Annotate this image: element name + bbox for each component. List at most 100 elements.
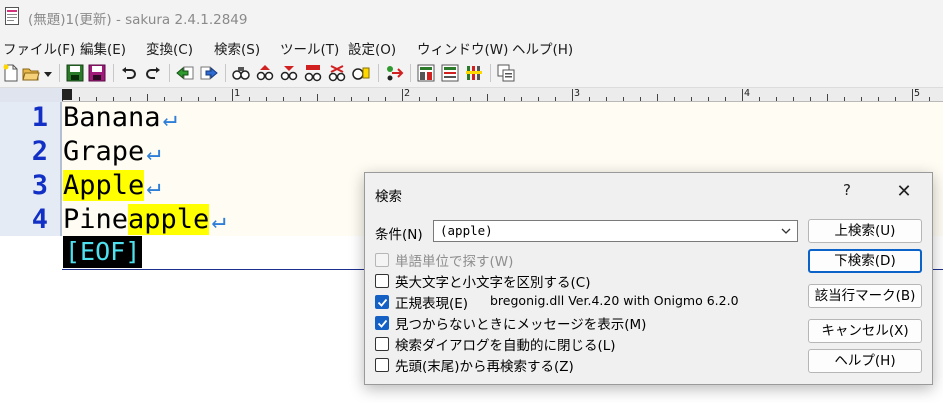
jump-back-icon[interactable] xyxy=(176,64,194,82)
toolbar-separator xyxy=(59,64,60,82)
search-dialog: 検索 ? ✕ 条件(N) (apple) 単語単位で探す(W) 英大文字と小文字… xyxy=(364,172,933,385)
wrap-search-label[interactable]: 先頭(末尾)から再検索する(Z) xyxy=(395,355,574,375)
toolbar-separator xyxy=(169,64,170,82)
save-all-icon[interactable] xyxy=(88,64,106,82)
checkmark-icon xyxy=(377,319,388,328)
settings-icon[interactable] xyxy=(465,64,483,82)
editor-line[interactable]: Pineapple↵ xyxy=(63,203,226,237)
window-list-icon[interactable] xyxy=(497,64,515,82)
menu-edit[interactable]: 編集(E) xyxy=(80,38,126,58)
ruler-number: 1 xyxy=(234,88,241,99)
line-number: 3 xyxy=(31,170,48,201)
clear-highlight-icon[interactable] xyxy=(328,64,346,82)
option-auto-close[interactable]: 検索ダイアログを自動的に閉じる(L) xyxy=(375,334,616,354)
ruler-gutter xyxy=(0,88,62,102)
dialog-title: 検索 xyxy=(375,189,402,205)
line-number: 4 xyxy=(31,204,48,235)
find-prev-icon[interactable] xyxy=(256,64,274,82)
line-text: Banana xyxy=(63,102,161,133)
dropdown-icon[interactable] xyxy=(42,64,54,82)
wrap-search-checkbox[interactable] xyxy=(375,358,389,372)
search-match-highlight: Apple xyxy=(63,170,145,201)
ruler-ticks xyxy=(62,89,930,101)
ruler[interactable]: 1 2 3 4 5 xyxy=(62,88,943,102)
search-up-button[interactable]: 上検索(U) xyxy=(808,219,922,243)
chevron-down-icon[interactable] xyxy=(780,225,792,237)
toolbar-separator xyxy=(225,64,226,82)
ruler-number: 3 xyxy=(574,88,581,99)
option-regex[interactable]: 正規表現(E) xyxy=(375,292,468,312)
window-title: (無題)1(更新) - sakura 2.4.1.2849 xyxy=(28,12,248,28)
whole-word-label: 単語単位で探す(W) xyxy=(395,254,514,270)
option-show-not-found-message[interactable]: 見つからないときにメッセージを表示(M) xyxy=(375,313,646,333)
auto-close-label[interactable]: 検索ダイアログを自動的に閉じる(L) xyxy=(395,334,616,354)
search-down-button[interactable]: 下検索(D) xyxy=(808,249,922,273)
line-number: 1 xyxy=(31,102,48,133)
line-end-icon: ↵ xyxy=(162,104,177,132)
menu-search[interactable]: 検索(S) xyxy=(214,38,260,58)
search-condition-value[interactable]: (apple) xyxy=(440,223,493,238)
title-bar: (無題)1(更新) - sakura 2.4.1.2849 xyxy=(0,0,943,34)
match-case-label[interactable]: 英大文字と小文字を区別する(C) xyxy=(395,271,590,291)
not-found-message-checkbox[interactable] xyxy=(375,316,389,330)
condition-label: 条件(N) xyxy=(375,227,423,243)
outline-icon[interactable] xyxy=(417,64,435,82)
checkmark-icon xyxy=(377,298,388,307)
editor-line[interactable]: Apple↵ xyxy=(63,169,161,203)
option-match-case[interactable]: 英大文字と小文字を区別する(C) xyxy=(375,271,590,291)
close-icon[interactable]: ✕ xyxy=(890,181,918,203)
save-icon[interactable] xyxy=(66,64,84,82)
eof-marker: [EOF] xyxy=(63,236,143,268)
tag-jump-icon[interactable] xyxy=(386,64,404,82)
toolbar-separator xyxy=(113,64,114,82)
ruler-number: 5 xyxy=(914,88,921,99)
menu-window[interactable]: ウィンドウ(W) xyxy=(417,38,508,58)
open-file-icon[interactable] xyxy=(22,64,40,82)
replace-icon[interactable] xyxy=(304,64,322,82)
editor-line[interactable]: Grape↵ xyxy=(63,135,161,169)
regex-library-info: bregonig.dll Ver.4.20 with Onigmo 6.2.0 xyxy=(490,293,739,308)
option-wrap-search[interactable]: 先頭(末尾)から再検索する(Z) xyxy=(375,355,574,375)
sakura-app-icon[interactable] xyxy=(5,7,19,25)
editor-line[interactable]: Banana↵ xyxy=(63,101,177,135)
undo-icon[interactable] xyxy=(120,64,138,82)
regex-checkbox[interactable] xyxy=(375,295,389,309)
menu-bar: ファイル(F) 編集(E) 変換(C) 検索(S) ツール(T) 設定(O) ウ… xyxy=(0,34,943,58)
find-icon[interactable] xyxy=(232,64,250,82)
menu-convert[interactable]: 変換(C) xyxy=(146,38,193,58)
ruler-number: 2 xyxy=(404,88,411,99)
cancel-button[interactable]: キャンセル(X) xyxy=(808,319,922,343)
auto-close-checkbox[interactable] xyxy=(375,337,389,351)
match-case-checkbox[interactable] xyxy=(375,274,389,288)
line-end-icon: ↵ xyxy=(211,206,226,234)
jump-forward-icon[interactable] xyxy=(200,64,218,82)
menu-help[interactable]: ヘルプ(H) xyxy=(512,38,573,58)
line-end-icon: ↵ xyxy=(146,138,161,166)
search-match-highlight: apple xyxy=(128,204,210,235)
help-button[interactable]: ヘルプ(H) xyxy=(808,349,922,373)
search-condition-combobox[interactable]: (apple) xyxy=(433,220,798,242)
function-list-icon[interactable] xyxy=(441,64,459,82)
ruler-number: 4 xyxy=(744,88,751,99)
toolbar-separator xyxy=(378,64,379,82)
help-icon[interactable]: ? xyxy=(835,181,859,203)
toolbar xyxy=(0,58,943,88)
menu-settings[interactable]: 設定(O) xyxy=(348,38,396,58)
menu-tools[interactable]: ツール(T) xyxy=(280,38,339,58)
grep-icon[interactable] xyxy=(352,64,370,82)
find-next-icon[interactable] xyxy=(280,64,298,82)
menu-file[interactable]: ファイル(F) xyxy=(3,38,75,58)
whole-word-checkbox xyxy=(375,253,389,267)
not-found-message-label[interactable]: 見つからないときにメッセージを表示(M) xyxy=(395,313,646,333)
line-number: 2 xyxy=(31,136,48,167)
regex-label[interactable]: 正規表現(E) xyxy=(395,292,468,312)
new-file-icon[interactable] xyxy=(2,64,20,82)
line-text: Grape xyxy=(63,136,145,167)
line-end-icon: ↵ xyxy=(146,172,161,200)
mark-lines-button[interactable]: 該当行マーク(B) xyxy=(808,284,922,308)
ruler-caret-marker xyxy=(62,89,72,100)
option-whole-word: 単語単位で探す(W) xyxy=(375,251,514,270)
redo-icon[interactable] xyxy=(144,64,162,82)
toolbar-separator xyxy=(490,64,491,82)
line-text: Pine xyxy=(63,204,129,235)
